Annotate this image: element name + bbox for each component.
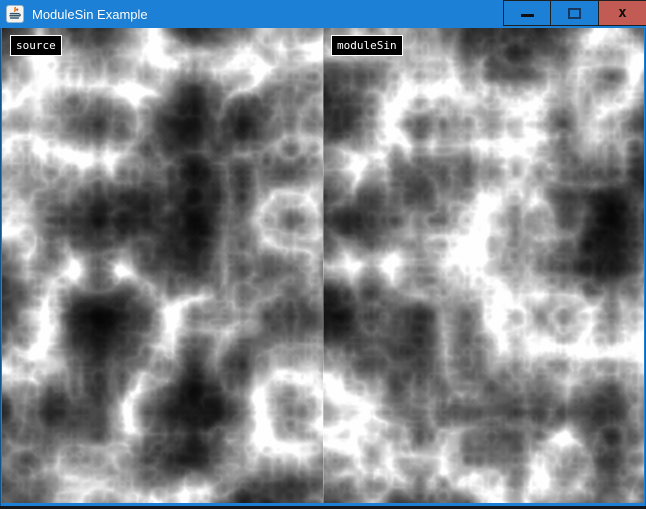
app-window: ModuleSin Example x source moduleSin: [0, 0, 646, 509]
minimize-dash-icon: [521, 14, 534, 17]
java-coffee-cup-icon[interactable]: [6, 5, 24, 23]
minimize-button[interactable]: [503, 0, 551, 26]
panel-source: source: [2, 28, 323, 503]
close-button[interactable]: x: [599, 0, 646, 26]
maximize-square-icon: [568, 8, 581, 19]
window-controls: x: [503, 0, 646, 28]
titlebar[interactable]: ModuleSin Example x: [0, 0, 646, 28]
modulesin-label: moduleSin: [331, 35, 403, 56]
content-area: source moduleSin: [2, 28, 644, 503]
window-title: ModuleSin Example: [32, 7, 148, 22]
source-label: source: [10, 35, 62, 56]
source-noise-image: [2, 28, 323, 503]
panel-modulesin: moduleSin: [323, 28, 644, 503]
modulesin-noise-image: [323, 28, 644, 503]
close-x-icon: x: [618, 6, 626, 20]
maximize-button[interactable]: [551, 0, 599, 26]
